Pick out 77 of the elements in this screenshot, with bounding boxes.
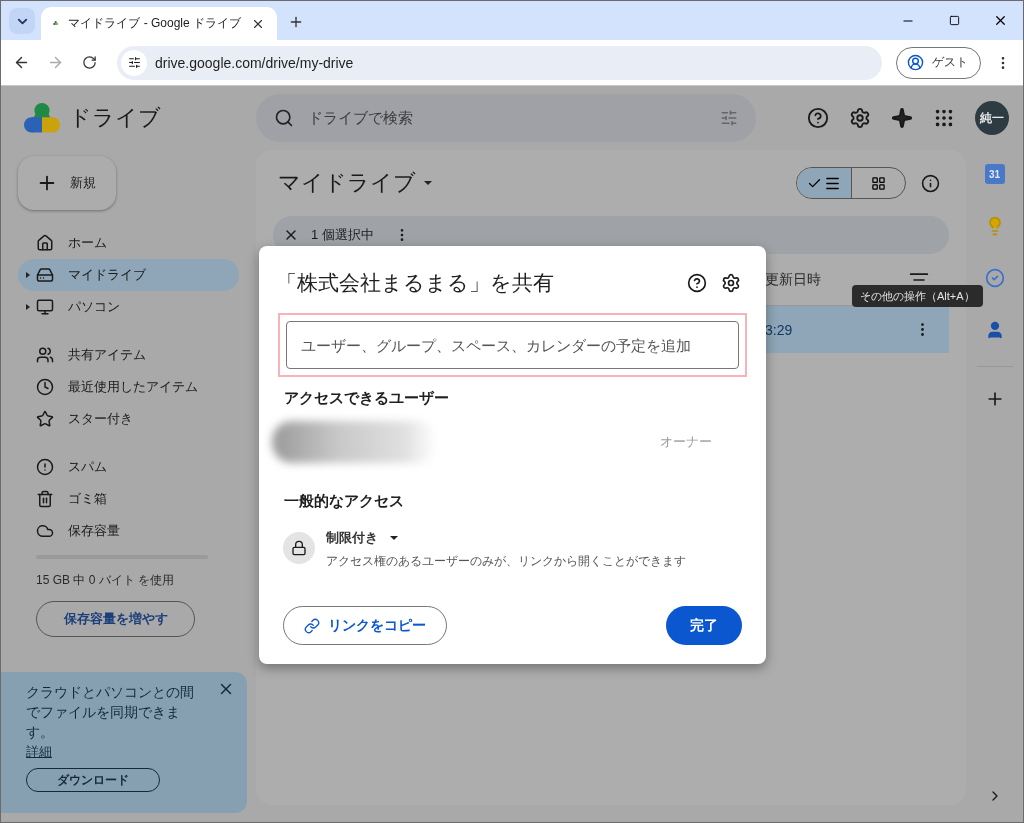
nav-icon: [36, 346, 54, 364]
search-placeholder: ドライブで検索: [308, 108, 414, 128]
storage-usage-text: 15 GB 中 0 バイト を使用: [36, 572, 176, 589]
nav-icon: [36, 298, 54, 316]
link-icon: [304, 617, 320, 634]
help-icon[interactable]: [687, 273, 707, 293]
people-heading: アクセスできるユーザー: [284, 389, 450, 408]
nav-item[interactable]: 最近使用したアイテム: [18, 371, 239, 403]
tab-title: マイドライブ - Google ドライブ: [68, 15, 241, 32]
general-access-heading: 一般的なアクセス: [284, 492, 405, 511]
nav-label: ホーム: [68, 234, 107, 252]
app-name: ドライブ: [69, 104, 161, 132]
nav-item[interactable]: マイドライブ: [18, 259, 239, 291]
new-tab-icon[interactable]: [288, 14, 304, 30]
nav-label: 保存容量: [68, 522, 120, 540]
nav-icon: [36, 234, 54, 252]
info-icon[interactable]: [921, 173, 940, 193]
nav-icon: [36, 522, 54, 540]
reload-icon[interactable]: [81, 55, 97, 70]
nav-item[interactable]: ホーム: [18, 227, 239, 259]
maximize-icon[interactable]: [948, 15, 960, 26]
profile-icon: [907, 54, 924, 71]
caret-icon[interactable]: [424, 181, 432, 185]
nav-item[interactable]: スパム: [18, 451, 239, 483]
details-link[interactable]: 詳細: [26, 742, 52, 762]
modified-time: 3:29: [765, 321, 794, 338]
access-level-dropdown[interactable]: 制限付き: [326, 529, 686, 547]
list-view-toggle[interactable]: [797, 168, 851, 198]
search-field[interactable]: ドライブで検索: [256, 94, 756, 142]
calendar-icon[interactable]: 31: [984, 164, 1005, 184]
nav-label: マイドライブ: [68, 266, 146, 284]
nav-label: 最近使用したアイテム: [68, 378, 198, 396]
site-info-icon[interactable]: [121, 49, 147, 76]
nav-label: パソコン: [68, 298, 120, 316]
caret-icon: [390, 536, 398, 540]
nav-label: スター付き: [68, 410, 133, 428]
nav-item[interactable]: パソコン: [18, 291, 239, 323]
done-button[interactable]: 完了: [666, 606, 742, 645]
nav-item[interactable]: ゴミ箱: [18, 483, 239, 515]
search-icon: [274, 108, 294, 128]
nav-icon: [36, 378, 54, 396]
nav-item[interactable]: 共有アイテム: [18, 339, 239, 371]
lock-icon: [291, 540, 307, 556]
tooltip: その他の操作（Alt+A）: [852, 285, 983, 307]
browser-tab[interactable]: マイドライブ - Google ドライブ: [41, 7, 277, 40]
expand-icon[interactable]: [26, 304, 30, 310]
apps-icon[interactable]: [933, 107, 955, 129]
nav-icon: [36, 458, 54, 476]
nav-label: スパム: [68, 458, 107, 476]
profile-button[interactable]: ゲスト: [896, 46, 981, 79]
settings-icon[interactable]: [849, 107, 871, 129]
access-description: アクセス権のあるユーザーのみが、リンクから開くことができます: [326, 553, 686, 570]
help-icon[interactable]: [807, 107, 829, 129]
selection-count: 1 個選択中: [311, 226, 374, 244]
settings-icon[interactable]: [721, 273, 741, 293]
grid-icon: [871, 175, 886, 191]
new-button[interactable]: 新規: [18, 156, 116, 210]
nav-label: 共有アイテム: [68, 346, 146, 364]
nav-icon: [36, 266, 54, 284]
copy-link-button[interactable]: リンクをコピー: [283, 606, 447, 645]
add-people-field[interactable]: ユーザー、グループ、スペース、カレンダーの予定を追加: [286, 321, 739, 369]
folder-title[interactable]: マイドライブ: [278, 168, 416, 198]
tab-list-button[interactable]: [9, 8, 35, 34]
nav-icon: [36, 490, 54, 508]
expand-icon[interactable]: [26, 272, 30, 278]
account-avatar[interactable]: 純一: [975, 101, 1009, 135]
address-bar[interactable]: drive.google.com/drive/my-drive: [117, 45, 882, 80]
nav-item[interactable]: 保存容量: [18, 515, 239, 547]
nav-item[interactable]: スター付き: [18, 403, 239, 435]
promo-text: クラウドとパソコンとの間でファイルを同期できます。: [26, 683, 195, 742]
owner-role: オーナー: [660, 433, 712, 451]
url-text: drive.google.com/drive/my-drive: [155, 54, 354, 71]
nav-icon: [36, 410, 54, 428]
dialog-title: 「株式会社まるまる」を共有: [276, 270, 554, 296]
sparkle-icon[interactable]: [891, 107, 913, 129]
drive-logo: [23, 101, 61, 135]
nav-label: ゴミ箱: [68, 490, 107, 508]
